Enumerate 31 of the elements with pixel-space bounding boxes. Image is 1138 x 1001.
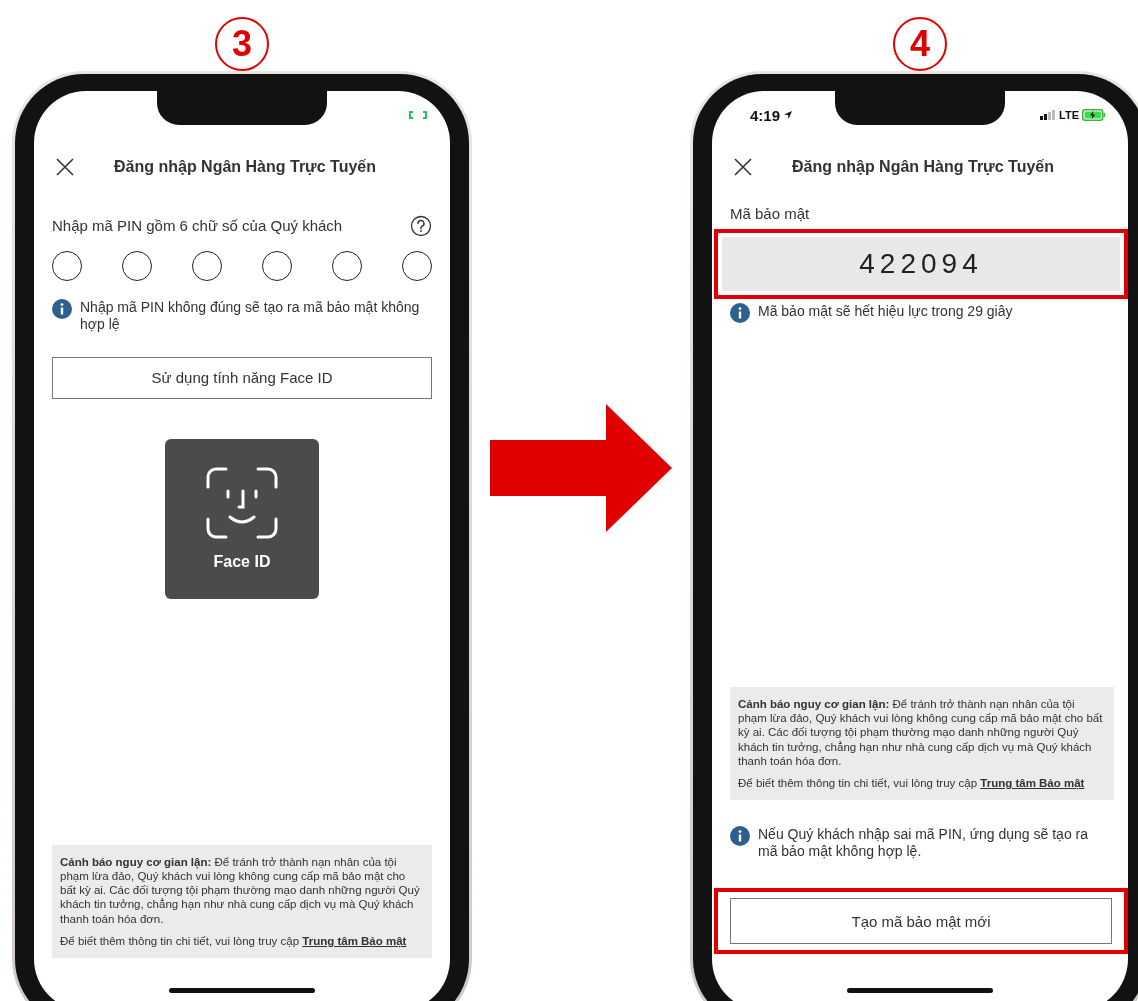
info-icon — [730, 303, 750, 323]
fraud-warning-text: Cảnh báo nguy cơ gian lận: Để tránh trở thành nạn nhân của tội phạm lừa đảo, Quý khách vui lòng không cung cấp mã bảo mật cho bất kỳ ai. Các đối tượng tội phạm thường mạo danh những người Quý khách tin tưởng, chẳng hạn như nhà cung cấp dịch vụ mà Quý khách thanh toán hóa đơn. — [60, 854, 421, 926]
close-icon[interactable] — [56, 158, 74, 176]
signal-icon — [1040, 110, 1057, 120]
more-info-text: Để biết thêm thông tin chi tiết, vui lòng truy cập — [738, 777, 978, 790]
battery-charging-icon — [1082, 109, 1106, 121]
fraud-warning-text: Cảnh báo nguy cơ gian lận: Để tránh trở thành nạn nhân của tội phạm lừa đảo, Quý khách vui lòng không cung cấp mã bảo mật cho bất kỳ ai. Các đối tượng tội phạm thường mạo danh những người Quý khách tin tưởng, chẳng hạn như nhà cung cấp dịch vụ mà Quý khách thanh toán hóa đơn. — [738, 696, 1104, 769]
info-note: Nhập mã PIN không đúng sẽ tạo ra mã bảo mật không hợp lệ — [80, 299, 421, 333]
info-icon — [730, 826, 750, 847]
security-center-link[interactable]: Trung tâm Bảo mật — [302, 934, 407, 947]
security-center-link[interactable]: Trung tâm Bảo mật — [980, 777, 1085, 790]
pin-prompt: Nhập mã PIN gồm 6 chữ số của Quý khách — [52, 217, 343, 235]
close-icon[interactable] — [734, 158, 752, 176]
screen-title: Đăng nhập Ngân Hàng Trực Tuyến — [114, 158, 376, 176]
face-id-button[interactable]: Sử dụng tính năng Face ID — [52, 356, 432, 399]
new-code-button[interactable]: Tạo mã bảo mật mới — [730, 898, 1112, 944]
screen-title: Đăng nhập Ngân Hàng Trực Tuyến — [792, 158, 1054, 176]
code-label: Mã bảo mật — [730, 205, 811, 223]
status-time: 4:19 — [750, 106, 781, 124]
face-id-tile[interactable]: Face ID — [165, 438, 319, 599]
expiry-note: Mã bảo mật sẽ hết hiệu lực trong 29 giây — [758, 303, 1013, 320]
battery-icon — [408, 110, 428, 120]
face-scan-icon — [206, 466, 278, 539]
help-icon[interactable] — [410, 215, 432, 237]
arrow-icon — [490, 404, 672, 532]
pin-note: Nếu Quý khách nhập sai mã PIN, ứng dụng sẽ tạo ra mã bảo mật không hợp lệ. — [758, 826, 1089, 860]
location-arrow-icon — [783, 110, 794, 120]
security-code: 422094 — [722, 237, 1120, 291]
network-label: LTE — [1059, 109, 1079, 121]
info-icon — [52, 299, 72, 319]
more-info-text: Để biết thêm thông tin chi tiết, vui lòng truy cập — [60, 934, 300, 947]
